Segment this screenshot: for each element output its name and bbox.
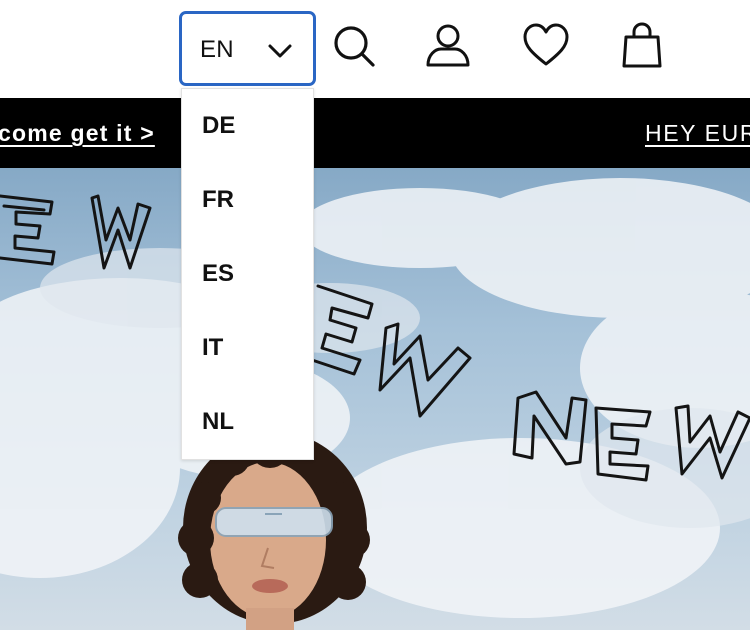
chevron-down-icon	[268, 44, 292, 58]
promo-next-message[interactable]: HEY EUR	[645, 120, 750, 147]
shopping-bag-icon	[622, 22, 662, 68]
language-selected-value: EN	[200, 36, 234, 63]
language-option-fr[interactable]: FR	[202, 180, 302, 220]
hero-artwork	[0, 178, 750, 630]
search-icon	[334, 26, 375, 67]
site-header: EN	[0, 0, 750, 98]
account-icon	[426, 24, 470, 67]
cart-button[interactable]	[618, 22, 666, 70]
heart-icon	[523, 23, 569, 66]
language-option-nl[interactable]: NL	[202, 402, 302, 442]
account-button[interactable]	[424, 22, 472, 70]
language-select[interactable]: EN	[179, 11, 316, 86]
wishlist-button[interactable]	[522, 22, 570, 70]
promo-bar: come get it > HEY EUR	[0, 98, 750, 168]
language-option-it[interactable]: IT	[202, 328, 302, 368]
language-dropdown: DE FR ES IT NL	[181, 88, 314, 460]
language-option-de[interactable]: DE	[202, 106, 302, 146]
hero-banner[interactable]	[0, 168, 750, 630]
promo-link[interactable]: come get it >	[0, 120, 155, 147]
search-button[interactable]	[330, 22, 378, 70]
language-option-es[interactable]: ES	[202, 254, 302, 294]
